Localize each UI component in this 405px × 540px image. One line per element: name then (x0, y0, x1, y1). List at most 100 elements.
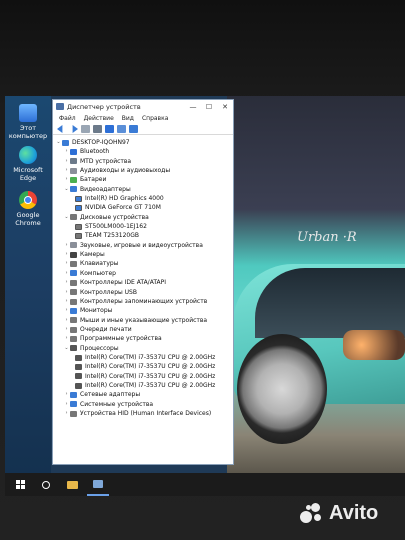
start-button[interactable] (9, 473, 31, 496)
forward-icon[interactable] (72, 125, 78, 133)
device-category[interactable]: › Очереди печати (55, 325, 233, 334)
expand-icon[interactable]: › (63, 147, 70, 156)
update-driver-icon[interactable] (117, 125, 126, 133)
device-category[interactable]: › Мониторы (55, 306, 233, 315)
expand-icon[interactable]: › (63, 325, 70, 334)
collapse-icon[interactable]: ⌄ (63, 185, 70, 194)
device-category[interactable]: › Компьютер (55, 269, 233, 278)
device-category[interactable]: › Программные устройства (55, 334, 233, 343)
expand-icon[interactable]: › (63, 278, 70, 287)
device-category-icon (70, 279, 77, 286)
device-category-icon (70, 251, 77, 258)
device-category-label: Камеры (80, 251, 105, 259)
collapse-icon[interactable]: ⌄ (55, 138, 62, 147)
expand-icon[interactable]: › (63, 175, 70, 184)
desktop-icon-this-pc[interactable]: Этот компьютер (5, 104, 51, 140)
tree-root[interactable]: ⌄ DESKTOP-IQOHN97 (55, 138, 233, 147)
file-explorer-icon (66, 480, 78, 489)
scan-icon[interactable] (93, 125, 102, 133)
expand-icon[interactable]: › (63, 316, 70, 325)
expand-icon[interactable]: › (63, 269, 70, 278)
device-item[interactable]: TEAM T253120GB (55, 231, 233, 240)
device-category-label: Системные устройства (80, 400, 154, 408)
expand-icon[interactable]: › (63, 166, 70, 175)
expand-icon[interactable]: › (63, 400, 70, 409)
expand-icon[interactable]: › (63, 157, 70, 166)
title-bar[interactable]: Диспетчер устройств — ☐ ✕ (53, 100, 233, 113)
properties-icon[interactable] (81, 125, 90, 133)
device-category[interactable]: › Камеры (55, 250, 233, 259)
tree-root-label: DESKTOP-IQOHN97 (72, 139, 130, 146)
menu-view[interactable]: Вид (122, 115, 134, 122)
device-category[interactable]: › Устройства HID (Human Interface Devices… (55, 409, 233, 418)
maximize-button[interactable]: ☐ (201, 103, 217, 111)
device-manager-icon (93, 479, 103, 488)
device-icon (75, 195, 82, 202)
device-category-icon (70, 401, 77, 408)
device-item[interactable]: Intel(R) Core(TM) i7-3537U CPU @ 2.00GHz (55, 362, 233, 371)
device-category[interactable]: › Звуковые, игровые и видеоустройства (55, 241, 233, 250)
device-category[interactable]: › Контроллеры IDE ATA/ATAPI (55, 278, 233, 287)
expand-icon[interactable]: › (63, 390, 70, 399)
device-item-label: Intel(R) Core(TM) i7-3537U CPU @ 2.00GHz (85, 381, 216, 389)
collapse-icon[interactable]: ⌄ (63, 213, 70, 222)
device-item[interactable]: Intel(R) Core(TM) i7-3537U CPU @ 2.00GHz (55, 372, 233, 381)
device-category-icon (70, 289, 77, 296)
menu-help[interactable]: Справка (142, 115, 168, 122)
device-category[interactable]: › Контроллеры запоминающих устройств (55, 297, 233, 306)
expand-icon[interactable]: › (63, 334, 70, 343)
device-category[interactable]: › Системные устройства (55, 400, 233, 409)
desktop-icon-chrome[interactable]: Google Chrome (5, 191, 51, 227)
desktop-icon-edge[interactable]: Microsoft Edge (5, 146, 51, 182)
device-item[interactable]: Intel(R) HD Graphics 4000 (55, 194, 233, 203)
device-item[interactable]: NVIDIA GeForce GT 710M (55, 203, 233, 212)
device-category-label: Видеоадаптеры (80, 185, 131, 193)
toolbar (53, 124, 233, 135)
expand-icon[interactable]: › (63, 306, 70, 315)
menu-file[interactable]: Файл (59, 115, 76, 122)
device-category[interactable]: › MTD устройства (55, 157, 233, 166)
device-category-icon (70, 345, 77, 352)
device-category-label: Аудиовходы и аудиовыходы (80, 167, 171, 175)
chrome-icon (19, 191, 37, 209)
device-icon (75, 233, 82, 240)
device-category[interactable]: › Bluetooth (55, 147, 233, 156)
avito-watermark: Avito (300, 502, 378, 525)
device-category-icon (70, 410, 77, 417)
device-category[interactable]: ⌄ Видеоадаптеры (55, 185, 233, 194)
device-tree: ⌄ DESKTOP-IQOHN97 › Bluetooth › MTD устройс… (53, 135, 233, 418)
device-category-label: Дисковые устройства (80, 213, 149, 221)
monitor-icon[interactable] (129, 125, 138, 133)
expand-icon[interactable]: › (63, 297, 70, 306)
close-button[interactable]: ✕ (217, 103, 233, 111)
device-category[interactable]: › Контроллеры USB (55, 288, 233, 297)
device-item[interactable]: Intel(R) Core(TM) i7-3537U CPU @ 2.00GHz (55, 381, 233, 390)
device-manager-taskbar-button[interactable] (87, 473, 109, 496)
back-icon[interactable] (57, 125, 63, 133)
expand-icon[interactable]: › (63, 409, 70, 418)
minimize-button[interactable]: — (185, 103, 201, 111)
device-category[interactable]: › Сетевые адаптеры (55, 390, 233, 399)
expand-icon[interactable]: › (63, 288, 70, 297)
collapse-icon[interactable]: ⌄ (63, 344, 70, 353)
device-category-icon (70, 317, 77, 324)
expand-icon[interactable]: › (63, 241, 70, 250)
file-explorer-button[interactable] (61, 473, 83, 496)
screen: Urban ·R Этот компьютер Microsoft Edge G… (5, 96, 405, 496)
expand-icon[interactable]: › (63, 250, 70, 259)
device-category[interactable]: › Аудиовходы и аудиовыходы (55, 166, 233, 175)
wallpaper-text: Urban ·R (297, 230, 357, 245)
expand-icon[interactable]: › (63, 259, 70, 268)
search-button[interactable] (35, 473, 57, 496)
device-category[interactable]: › Мыши и иные указывающие устройства (55, 316, 233, 325)
menu-action[interactable]: Действие (84, 115, 114, 122)
device-category[interactable]: ⌄ Процессоры (55, 344, 233, 353)
device-item[interactable]: Intel(R) Core(TM) i7-3537U CPU @ 2.00GHz (55, 353, 233, 362)
device-item[interactable]: ST500LM000-1EJ162 (55, 222, 233, 231)
device-category[interactable]: › Клавиатуры (55, 259, 233, 268)
device-category-label: Контроллеры запоминающих устройств (80, 297, 208, 305)
device-icon (75, 382, 82, 389)
device-category[interactable]: ⌄ Дисковые устройства (55, 213, 233, 222)
help-icon[interactable] (105, 125, 114, 133)
device-category[interactable]: › Батареи (55, 175, 233, 184)
